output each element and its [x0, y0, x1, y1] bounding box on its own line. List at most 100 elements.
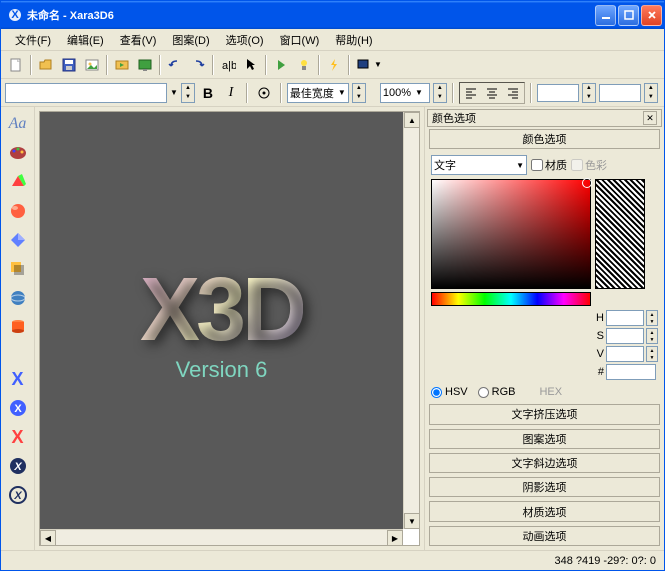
dropdown-arrow-icon[interactable]: ▼ — [170, 88, 178, 97]
menu-file[interactable]: 文件(F) — [7, 30, 59, 50]
menu-edit[interactable]: 编辑(E) — [59, 30, 112, 50]
x-navy-tool[interactable]: X — [5, 453, 31, 479]
close-button[interactable] — [641, 5, 662, 26]
svg-text:X: X — [13, 490, 22, 502]
s-spin[interactable]: ▲▼ — [646, 328, 658, 344]
new-button[interactable] — [5, 54, 27, 76]
material-tool[interactable] — [5, 285, 31, 311]
shadow-options-button[interactable]: 阴影选项 — [429, 477, 660, 497]
font-combo[interactable] — [5, 83, 167, 103]
panel-close-button[interactable]: ✕ — [643, 111, 657, 125]
x-blue-tool[interactable]: X — [5, 366, 31, 392]
extrude-tool[interactable] — [5, 169, 31, 195]
v-input[interactable] — [606, 346, 644, 362]
x-outline-tool[interactable]: X — [5, 482, 31, 508]
hex-radio-label[interactable]: HEX — [525, 386, 562, 398]
s-input[interactable] — [606, 328, 644, 344]
font-spin[interactable]: ▲▼ — [181, 83, 195, 103]
minimize-button[interactable] — [595, 5, 616, 26]
undo-button[interactable] — [164, 54, 186, 76]
light-button[interactable] — [293, 54, 315, 76]
value-spin-1[interactable]: ▲▼ — [582, 83, 596, 103]
h-spin[interactable]: ▲▼ — [646, 310, 658, 326]
baseline-button[interactable] — [253, 82, 275, 104]
svg-text:X: X — [13, 461, 22, 473]
menu-view[interactable]: 查看(V) — [112, 30, 165, 50]
toolbar-format: ▼ ▲▼ B I 最佳宽度▼ ▲▼ 100%▼ ▲▼ ▲▼ ▲▼ — [1, 79, 664, 107]
color-section-button[interactable]: 颜色选项 — [429, 129, 660, 149]
align-center-button[interactable] — [482, 84, 502, 102]
x-circle-tool[interactable]: X — [5, 395, 31, 421]
open-button[interactable] — [35, 54, 57, 76]
scrollbar-vertical[interactable]: ▲▼ — [403, 112, 419, 529]
export-image-button[interactable] — [81, 54, 103, 76]
width-spin[interactable]: ▲▼ — [352, 83, 366, 103]
color-target-select[interactable]: 文字▼ — [431, 155, 527, 175]
color-checkbox-label[interactable]: 色彩 — [571, 157, 607, 173]
width-mode-select[interactable]: 最佳宽度▼ — [287, 83, 349, 103]
menu-design[interactable]: 图案(D) — [164, 30, 217, 50]
save-button[interactable] — [58, 54, 80, 76]
rgb-radio[interactable] — [478, 387, 489, 398]
anim-options-button[interactable]: 动画选项 — [429, 526, 660, 546]
menu-window[interactable]: 窗口(W) — [272, 30, 328, 50]
material-checkbox[interactable] — [531, 159, 543, 171]
palette-tool[interactable] — [5, 140, 31, 166]
tool-sidebar: Aa X X X X X — [1, 107, 35, 550]
canvas[interactable]: X3D Version 6 — [40, 112, 403, 529]
hsv-radio-label[interactable]: HSV — [431, 386, 468, 398]
width-mode-value: 最佳宽度 — [290, 85, 334, 101]
maximize-button[interactable] — [618, 5, 639, 26]
shadow-tool[interactable] — [5, 256, 31, 282]
bevel-tool[interactable] — [5, 227, 31, 253]
dropdown-arrow-icon[interactable]: ▼ — [374, 60, 382, 69]
hsv-radio[interactable] — [431, 387, 442, 398]
align-right-button[interactable] — [503, 84, 523, 102]
scrollbar-horizontal[interactable]: ◀▶ — [40, 529, 403, 545]
align-left-button[interactable] — [461, 84, 481, 102]
export-anim-button[interactable] — [111, 54, 133, 76]
align-group — [459, 82, 525, 104]
material-checkbox-label[interactable]: 材质 — [531, 157, 567, 173]
separator — [212, 55, 214, 75]
separator — [159, 55, 161, 75]
cylinder-tool[interactable] — [5, 314, 31, 340]
h-input[interactable] — [606, 310, 644, 326]
play-button[interactable] — [270, 54, 292, 76]
sv-gradient[interactable] — [431, 179, 591, 289]
lightning-button[interactable] — [323, 54, 345, 76]
hue-strip[interactable] — [431, 292, 591, 306]
hex-input[interactable] — [606, 364, 656, 380]
separator — [530, 83, 532, 103]
sphere-tool[interactable] — [5, 198, 31, 224]
app-window: X 未命名 - Xara3D6 文件(F) 编辑(E) 查看(V) 图案(D) … — [0, 0, 665, 571]
material-options-button[interactable]: 材质选项 — [429, 501, 660, 521]
status-text: 348 ?419 -29?: 0?: 0 — [554, 555, 656, 567]
rgb-radio-label[interactable]: RGB — [478, 386, 516, 398]
bold-button[interactable]: B — [198, 83, 218, 103]
value-spin-2[interactable]: ▲▼ — [644, 83, 658, 103]
italic-button[interactable]: I — [221, 83, 241, 103]
menu-options[interactable]: 选项(O) — [218, 30, 272, 50]
x-red-tool[interactable]: X — [5, 424, 31, 450]
design-options-button[interactable]: 图案选项 — [429, 429, 660, 449]
zoom-spin[interactable]: ▲▼ — [433, 83, 447, 103]
main-area: Aa X X X X X X3D Version 6 ▲▼ ◀▶ — [1, 107, 664, 550]
display-button[interactable] — [353, 54, 375, 76]
value-box-2[interactable] — [599, 84, 641, 102]
text-style-tool[interactable]: Aa — [5, 111, 31, 137]
zoom-select[interactable]: 100%▼ — [380, 83, 430, 103]
value-box-1[interactable] — [537, 84, 579, 102]
menu-help[interactable]: 帮助(H) — [327, 30, 380, 50]
screensaver-button[interactable] — [134, 54, 156, 76]
separator — [246, 83, 248, 103]
v-spin[interactable]: ▲▼ — [646, 346, 658, 362]
bevel-options-button[interactable]: 文字斜边选项 — [429, 453, 660, 473]
text-button[interactable]: a|b — [217, 54, 239, 76]
color-target-value: 文字 — [434, 157, 456, 173]
separator — [348, 55, 350, 75]
panel-title: 颜色选项 — [432, 110, 476, 126]
redo-button[interactable] — [187, 54, 209, 76]
cursor-button[interactable] — [240, 54, 262, 76]
extrude-options-button[interactable]: 文字挤压选项 — [429, 404, 660, 424]
